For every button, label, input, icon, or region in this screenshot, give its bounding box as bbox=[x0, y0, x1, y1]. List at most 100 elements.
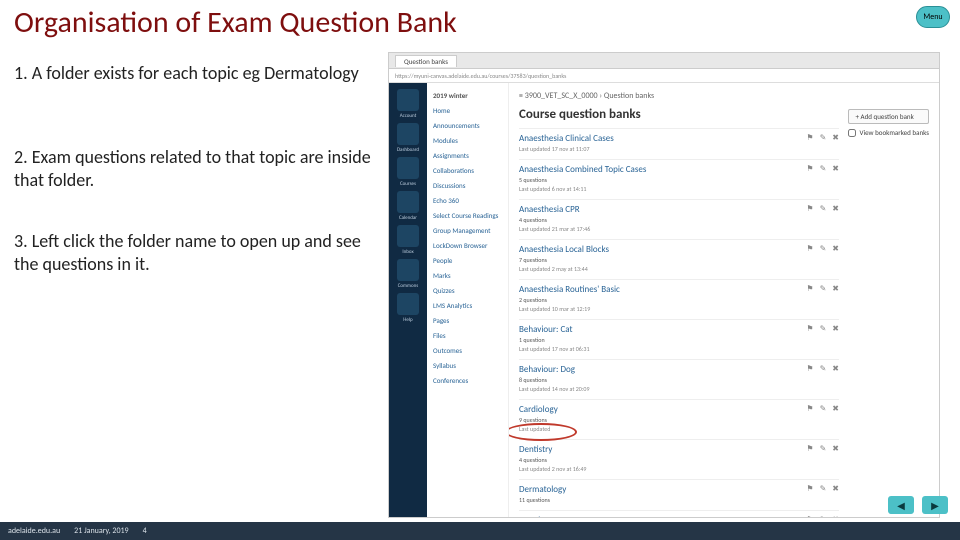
bank-actions: ⚑ ✎ ✖ bbox=[806, 444, 839, 454]
edit-icon[interactable]: ✎ bbox=[820, 515, 827, 517]
prev-arrow[interactable]: ◀ bbox=[888, 496, 914, 514]
delete-icon[interactable]: ✖ bbox=[832, 484, 839, 494]
delete-icon[interactable]: ✖ bbox=[832, 364, 839, 374]
edit-icon[interactable]: ✎ bbox=[820, 164, 827, 174]
sidenav-item[interactable]: Quizzes bbox=[433, 286, 502, 295]
bank-updated: Last updated 2 nov at 16:49 bbox=[519, 465, 839, 473]
bookmark-icon[interactable]: ⚑ bbox=[806, 324, 813, 334]
question-bank-row[interactable]: Behaviour: Cat1 questionLast updated 17 … bbox=[519, 319, 839, 359]
bank-updated: Last updated 2 may at 13:44 bbox=[519, 265, 839, 273]
question-bank-row[interactable]: Cardiology9 questionsLast updated⚑✎✖ bbox=[519, 399, 839, 439]
rail-item-courses[interactable] bbox=[397, 157, 419, 179]
bookmark-icon[interactable]: ⚑ bbox=[806, 164, 813, 174]
question-bank-row[interactable]: Behaviour: Dog8 questionsLast updated 14… bbox=[519, 359, 839, 399]
bank-actions: ⚑ ✎ ✖ bbox=[806, 484, 839, 494]
delete-icon[interactable]: ✖ bbox=[832, 164, 839, 174]
sidenav-item[interactable]: Marks bbox=[433, 271, 502, 280]
bookmark-icon[interactable]: ⚑ bbox=[806, 404, 813, 414]
bank-title[interactable]: Ear Disease bbox=[519, 515, 839, 517]
sidenav-item[interactable]: Pages bbox=[433, 316, 502, 325]
question-bank-row[interactable]: Dermatology11 questions⚑✎✖ bbox=[519, 479, 839, 510]
bookmark-icon[interactable]: ⚑ bbox=[806, 444, 813, 454]
sidenav-item[interactable]: LMS Analytics bbox=[433, 301, 502, 310]
delete-icon[interactable]: ✖ bbox=[832, 133, 839, 143]
rail-item-dashboard[interactable] bbox=[397, 123, 419, 145]
question-bank-row[interactable]: Anaesthesia Local Blocks7 questionsLast … bbox=[519, 239, 839, 279]
bank-title[interactable]: Anaesthesia Local Blocks bbox=[519, 244, 839, 255]
edit-icon[interactable]: ✎ bbox=[820, 244, 827, 254]
bookmark-icon[interactable]: ⚑ bbox=[806, 364, 813, 374]
bank-updated: Last updated bbox=[519, 425, 839, 433]
next-arrow[interactable]: ▶ bbox=[922, 496, 948, 514]
rail-item-commons[interactable] bbox=[397, 259, 419, 281]
sidenav-item[interactable]: Modules bbox=[433, 136, 502, 145]
bank-title[interactable]: Dermatology bbox=[519, 484, 839, 495]
question-bank-row[interactable]: Anaesthesia Clinical CasesLast updated 1… bbox=[519, 128, 839, 159]
bank-count: 2 questions bbox=[519, 296, 839, 304]
browser-tab[interactable]: Question banks bbox=[395, 55, 457, 67]
sidenav-item[interactable]: Outcomes bbox=[433, 346, 502, 355]
rail-item-inbox[interactable] bbox=[397, 225, 419, 247]
bookmark-icon[interactable]: ⚑ bbox=[806, 284, 813, 294]
bank-actions: ⚑ ✎ ✖ bbox=[806, 404, 839, 414]
delete-icon[interactable]: ✖ bbox=[832, 515, 839, 517]
sidenav-item[interactable]: Files bbox=[433, 331, 502, 340]
sidenav-item[interactable]: Assignments bbox=[433, 151, 502, 160]
bank-title[interactable]: Dentistry bbox=[519, 444, 839, 455]
sidenav-item[interactable]: People bbox=[433, 256, 502, 265]
sidenav-item[interactable]: Discussions bbox=[433, 181, 502, 190]
bookmark-icon[interactable]: ⚑ bbox=[806, 133, 813, 143]
bank-title[interactable]: Anaesthesia CPR bbox=[519, 204, 839, 215]
delete-icon[interactable]: ✖ bbox=[832, 444, 839, 454]
sidenav-item[interactable]: Conferences bbox=[433, 376, 502, 385]
bank-actions: ⚑ ✎ ✖ bbox=[806, 364, 839, 374]
rail-item-account[interactable] bbox=[397, 89, 419, 111]
bookmark-icon[interactable]: ⚑ bbox=[806, 244, 813, 254]
sidenav-item[interactable]: Echo 360 bbox=[433, 196, 502, 205]
view-bookmarked-input[interactable] bbox=[848, 129, 856, 137]
edit-icon[interactable]: ✎ bbox=[820, 404, 827, 414]
delete-icon[interactable]: ✖ bbox=[832, 404, 839, 414]
bank-title[interactable]: Behaviour: Dog bbox=[519, 364, 839, 375]
rail-item-calendar[interactable] bbox=[397, 191, 419, 213]
bank-title[interactable]: Cardiology bbox=[519, 404, 839, 415]
bank-title[interactable]: Behaviour: Cat bbox=[519, 324, 839, 335]
delete-icon[interactable]: ✖ bbox=[832, 284, 839, 294]
question-bank-row[interactable]: Anaesthesia CPR4 questionsLast updated 2… bbox=[519, 199, 839, 239]
view-bookmarked-checkbox[interactable]: View bookmarked banks bbox=[848, 128, 929, 137]
delete-icon[interactable]: ✖ bbox=[832, 204, 839, 214]
edit-icon[interactable]: ✎ bbox=[820, 284, 827, 294]
bank-title[interactable]: Anaesthesia Combined Topic Cases bbox=[519, 164, 839, 175]
edit-icon[interactable]: ✎ bbox=[820, 204, 827, 214]
bank-title[interactable]: Anaesthesia Routines' Basic bbox=[519, 284, 839, 295]
menu-button[interactable]: Menu bbox=[916, 6, 950, 28]
sidenav-item[interactable]: Home bbox=[433, 106, 502, 115]
question-bank-row[interactable]: Anaesthesia Combined Topic Cases5 questi… bbox=[519, 159, 839, 199]
delete-icon[interactable]: ✖ bbox=[832, 244, 839, 254]
sidenav-item[interactable]: LockDown Browser bbox=[433, 241, 502, 250]
edit-icon[interactable]: ✎ bbox=[820, 324, 827, 334]
edit-icon[interactable]: ✎ bbox=[820, 364, 827, 374]
add-question-bank-button[interactable]: + Add question bank bbox=[848, 109, 929, 124]
sidenav-item[interactable]: Collaborations bbox=[433, 166, 502, 175]
bookmark-icon[interactable]: ⚑ bbox=[806, 515, 813, 517]
sidenav-item[interactable]: Announcements bbox=[433, 121, 502, 130]
browser-urlbar[interactable]: https://myuni-canvas.adelaide.edu.au/cou… bbox=[389, 69, 939, 83]
bookmark-icon[interactable]: ⚑ bbox=[806, 484, 813, 494]
question-bank-row[interactable]: Anaesthesia Routines' Basic2 questionsLa… bbox=[519, 279, 839, 319]
edit-icon[interactable]: ✎ bbox=[820, 133, 827, 143]
edit-icon[interactable]: ✎ bbox=[820, 444, 827, 454]
question-bank-row[interactable]: Dentistry4 questionsLast updated 2 nov a… bbox=[519, 439, 839, 479]
sidenav-item[interactable]: Select Course Readings bbox=[433, 211, 502, 220]
delete-icon[interactable]: ✖ bbox=[832, 324, 839, 334]
instruction-2: 2. Exam questions related to that topic … bbox=[14, 146, 374, 191]
rail-item-help[interactable] bbox=[397, 293, 419, 315]
question-bank-row[interactable]: Ear Disease3 questionsLast updated 30 no… bbox=[519, 510, 839, 517]
sidenav-item[interactable]: Syllabus bbox=[433, 361, 502, 370]
bank-updated: Last updated 14 nov at 20:09 bbox=[519, 385, 839, 393]
bookmark-icon[interactable]: ⚑ bbox=[806, 204, 813, 214]
sidenav-item[interactable]: Group Management bbox=[433, 226, 502, 235]
edit-icon[interactable]: ✎ bbox=[820, 484, 827, 494]
bank-updated: Last updated 21 mar at 17:46 bbox=[519, 225, 839, 233]
bank-title[interactable]: Anaesthesia Clinical Cases bbox=[519, 133, 839, 144]
